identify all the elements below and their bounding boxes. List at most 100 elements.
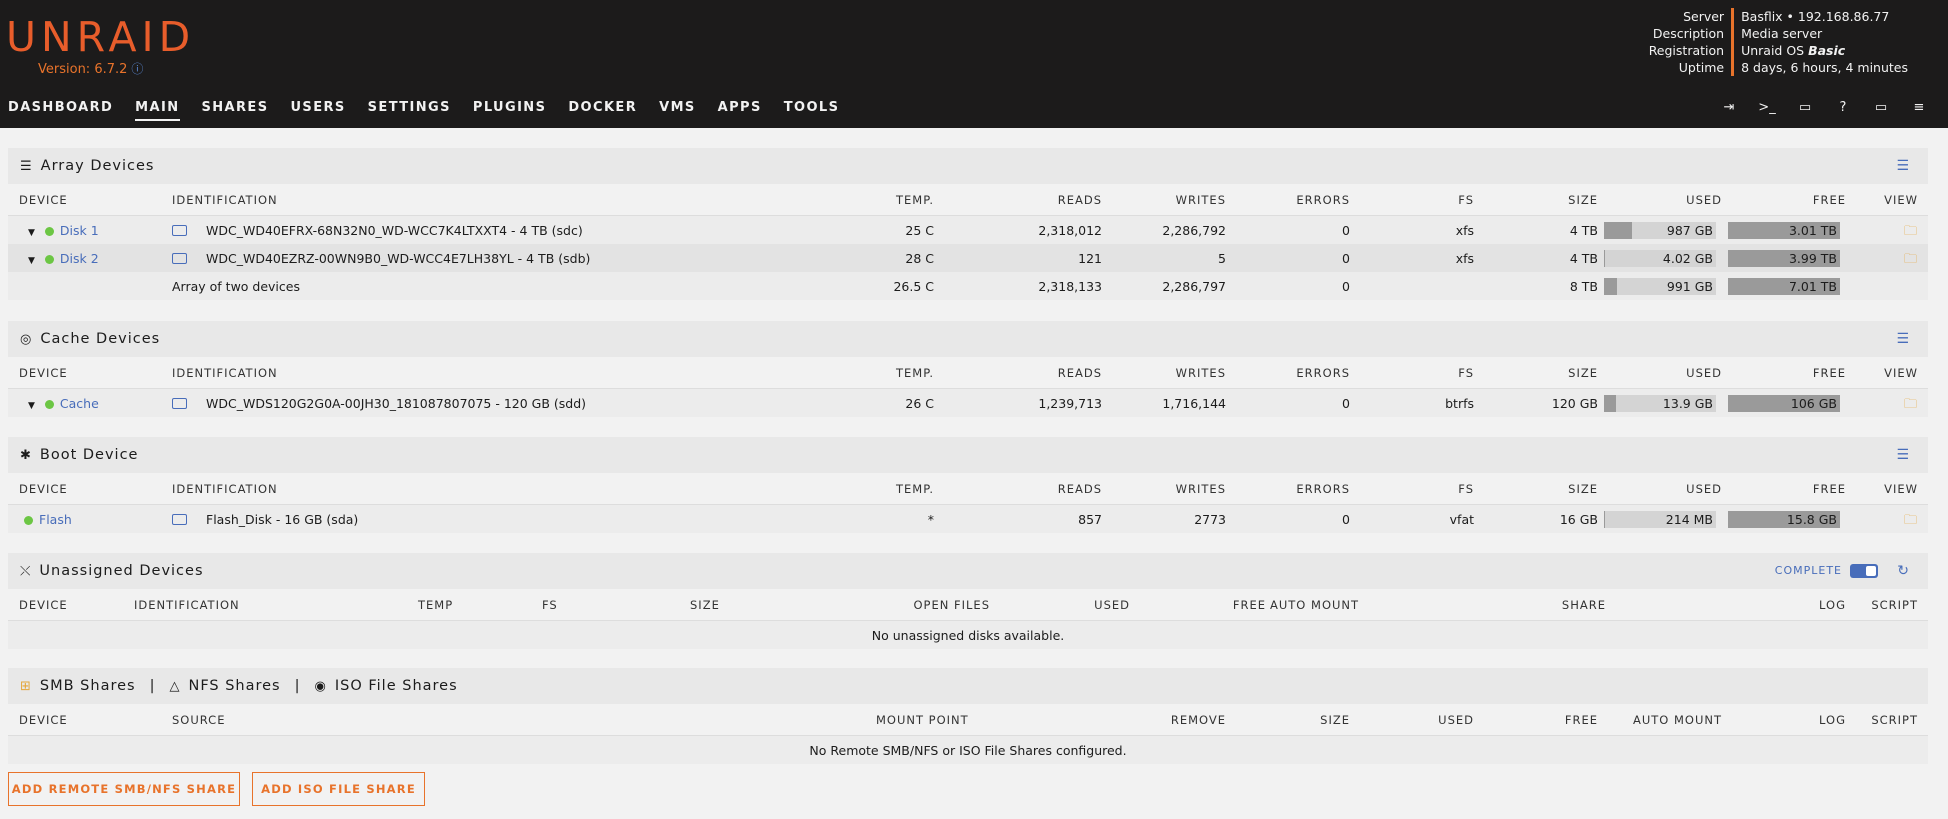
- status-online-icon: [24, 515, 33, 525]
- nav-plugins[interactable]: PLUGINS: [473, 100, 546, 121]
- col-log: LOG: [1819, 712, 1846, 727]
- expand-arrow-icon[interactable]: ▼: [28, 228, 35, 238]
- terminal-icon[interactable]: >_: [1748, 100, 1786, 115]
- flash-link[interactable]: Flash: [39, 512, 72, 527]
- cache-link[interactable]: Cache: [60, 396, 99, 411]
- disk-2-cell[interactable]: ▼ Disk 2: [28, 251, 99, 266]
- col-device: DEVICE: [19, 712, 68, 727]
- info-icon[interactable]: ⓘ: [131, 62, 143, 76]
- table-row[interactable]: ▼ Disk 2 WDC_WD40EZRZ-00WN9B0_WD-WCC4E7LH…: [8, 244, 1928, 272]
- remote-shares-panel: ⊞ SMB Shares | △ NFS Shares | ◉ ISO File Sh…: [8, 668, 1928, 764]
- array-header-row: DEVICE IDENTIFICATION TEMP. READS WRITES…: [8, 184, 1928, 216]
- total-reads: 2,318,133: [1038, 278, 1102, 294]
- disk-errors: 0: [1342, 250, 1350, 266]
- disk-fs: btrfs: [1445, 395, 1474, 411]
- cache-devices-panel: ◎ Cache Devices ☰ DEVICE IDENTIFICATION TE…: [8, 321, 1928, 417]
- array-total-label: Array of two devices: [172, 278, 300, 294]
- complete-toggle-group[interactable]: COMPLETE: [1775, 564, 1878, 578]
- disk-temp: 25 C: [905, 222, 934, 238]
- table-row[interactable]: Flash Flash_Disk - 16 GB (sda) * 857 277…: [8, 505, 1928, 533]
- total-errors: 0: [1342, 278, 1350, 294]
- col-view: VIEW: [1884, 192, 1918, 207]
- unraid-logo[interactable]: UNRAID: [6, 14, 195, 60]
- folder-view-icon[interactable]: 🗀: [1904, 395, 1917, 417]
- free-value: 106 GB: [1790, 395, 1837, 411]
- folder-view-icon[interactable]: 🗀: [1904, 222, 1917, 244]
- nav-shares[interactable]: SHARES: [202, 100, 269, 121]
- nav-docker[interactable]: DOCKER: [568, 100, 637, 121]
- disk-id: WDC_WDS120G2G0A-00JH30_181087807075 - 12…: [206, 395, 587, 411]
- nav-apps[interactable]: APPS: [718, 100, 762, 121]
- database-icon: ☰: [20, 158, 33, 174]
- boot-device-title-bar: ✱ Boot Device ☰: [8, 437, 1928, 473]
- disk-2-link[interactable]: Disk 2: [60, 251, 99, 266]
- disk-reads: 121: [1078, 250, 1102, 266]
- used-bar-fill: [1604, 394, 1617, 412]
- free-bar: 15.8 GB: [1728, 510, 1840, 528]
- col-free: FREE: [1812, 365, 1846, 380]
- disk-writes: 1,716,144: [1162, 395, 1226, 411]
- table-row[interactable]: ▼ Disk 1 WDC_WD40EFRX-68N32N0_WD-WCC7K4LT…: [8, 216, 1928, 244]
- disk-writes: 2,286,792: [1162, 222, 1226, 238]
- table-row[interactable]: ▼ Cache WDC_WDS120G2G0A-00JH30_1810878070…: [8, 389, 1928, 417]
- add-remote-smb-nfs-share-button[interactable]: ADD REMOTE SMB/NFS SHARE: [8, 772, 240, 806]
- list-view-icon[interactable]: ☰: [1896, 331, 1910, 347]
- col-script: SCRIPT: [1871, 712, 1918, 727]
- log-icon[interactable]: ≡: [1900, 100, 1938, 115]
- col-writes: WRITES: [1175, 481, 1226, 496]
- free-value: 15.8 GB: [1786, 511, 1837, 527]
- complete-toggle[interactable]: [1850, 564, 1878, 578]
- nav-settings[interactable]: SETTINGS: [368, 100, 451, 121]
- list-view-icon[interactable]: ☰: [1896, 447, 1910, 463]
- disk-1-link[interactable]: Disk 1: [60, 223, 99, 238]
- folder-view-icon[interactable]: 🗀: [1904, 250, 1917, 272]
- server-registration[interactable]: Unraid OS Basic: [1741, 42, 1908, 59]
- nav-main[interactable]: MAIN: [135, 100, 180, 121]
- display-icon[interactable]: ▭: [1862, 100, 1900, 115]
- refresh-icon[interactable]: ↻: [1897, 563, 1910, 579]
- list-view-icon[interactable]: ☰: [1896, 158, 1910, 174]
- server-description: Media server: [1741, 26, 1823, 41]
- disk-fs: vfat: [1449, 511, 1474, 527]
- used-bar: 214 MB: [1604, 510, 1716, 528]
- used-value: 987 GB: [1666, 222, 1713, 238]
- nav-tools[interactable]: TOOLS: [784, 100, 840, 121]
- help-icon[interactable]: ?: [1824, 100, 1862, 115]
- col-auto-mount: AUTO MOUNT: [1270, 597, 1360, 612]
- used-bar: 13.9 GB: [1604, 394, 1716, 412]
- expand-arrow-icon[interactable]: ▼: [28, 401, 35, 411]
- col-device: DEVICE: [19, 192, 68, 207]
- boot-device-title: Boot Device: [39, 447, 139, 463]
- col-identification: IDENTIFICATION: [134, 597, 240, 612]
- col-mount-point: MOUNT POINT: [876, 712, 969, 727]
- nav-users[interactable]: USERS: [290, 100, 345, 121]
- col-reads: READS: [1057, 365, 1102, 380]
- nav-dashboard[interactable]: DASHBOARD: [8, 100, 113, 121]
- logout-icon[interactable]: ⇥: [1710, 100, 1748, 115]
- col-identification: IDENTIFICATION: [172, 192, 278, 207]
- nav-vms[interactable]: VMS: [659, 100, 696, 121]
- col-auto-mount: AUTO MOUNT: [1632, 712, 1722, 727]
- flash-cell[interactable]: Flash: [24, 512, 72, 527]
- hdd-icon: [172, 253, 187, 264]
- expand-arrow-icon[interactable]: ▼: [28, 256, 35, 266]
- folder-view-icon[interactable]: 🗀: [1904, 511, 1917, 533]
- disk-size: 16 GB: [1559, 511, 1598, 527]
- unassigned-header-row: DEVICE IDENTIFICATION TEMP FS SIZE OPEN …: [8, 589, 1928, 621]
- disk-fs: xfs: [1455, 222, 1474, 238]
- col-device: DEVICE: [19, 597, 68, 612]
- add-iso-file-share-button[interactable]: ADD ISO FILE SHARE: [252, 772, 425, 806]
- version-text: Version: 6.7.2: [38, 62, 128, 77]
- disk-reads: 2,318,012: [1038, 222, 1102, 238]
- unassigned-title: Unassigned Devices: [39, 563, 204, 579]
- cache-devices-title-bar: ◎ Cache Devices ☰: [8, 321, 1928, 357]
- feedback-icon[interactable]: ▭: [1786, 100, 1824, 115]
- disk-1-cell[interactable]: ▼ Disk 1: [28, 223, 99, 238]
- used-value: 13.9 GB: [1662, 395, 1713, 411]
- cache-cell[interactable]: ▼ Cache: [28, 396, 99, 411]
- col-temp: TEMP: [418, 597, 454, 612]
- free-value: 3.01 TB: [1788, 222, 1837, 238]
- label-registration: Registration: [1648, 43, 1725, 58]
- used-bar: 4.02 GB: [1604, 249, 1716, 267]
- col-device: DEVICE: [19, 481, 68, 496]
